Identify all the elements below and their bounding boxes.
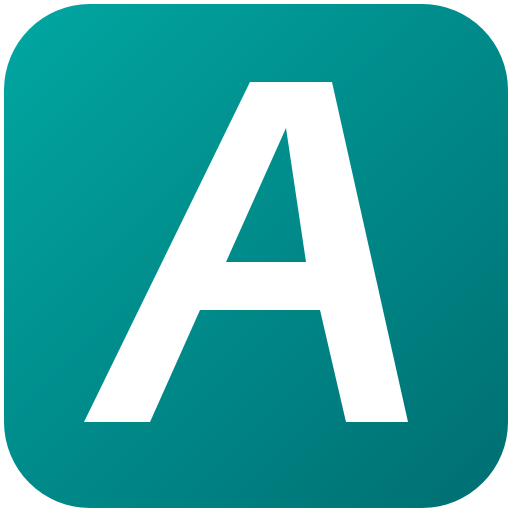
icon-background <box>4 4 508 508</box>
page <box>0 0 512 512</box>
app-icon-graphic <box>4 4 508 508</box>
app-icon[interactable] <box>0 0 512 512</box>
